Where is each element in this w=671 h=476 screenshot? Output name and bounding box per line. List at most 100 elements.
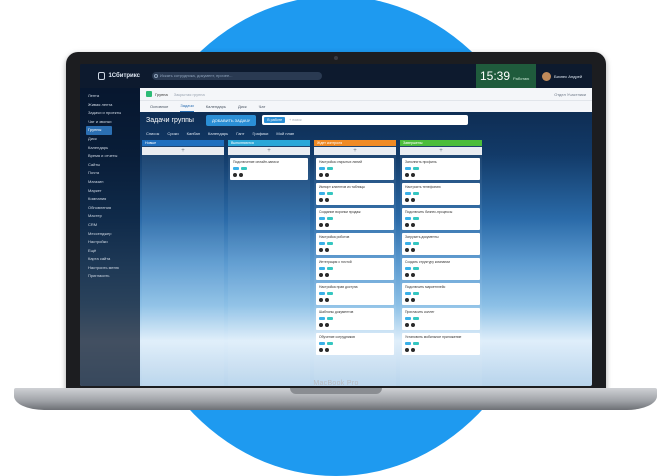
- task-card[interactable]: Настройка роботов: [316, 233, 394, 255]
- view-tab[interactable]: Календарь: [208, 131, 228, 136]
- sidebar-item[interactable]: Календарь: [80, 144, 140, 153]
- task-title[interactable]: Настроить телефонию: [405, 185, 477, 189]
- task-title[interactable]: Заполнить профиль: [405, 160, 477, 164]
- task-card[interactable]: Подключение онлайн-записи: [230, 158, 308, 180]
- task-assignees: [405, 323, 477, 327]
- sidebar-item[interactable]: Настроить меню: [80, 264, 140, 273]
- task-card[interactable]: Интеграция с почтой: [316, 258, 394, 280]
- task-card[interactable]: Настроить телефонию: [402, 183, 480, 205]
- filter-chip[interactable]: В работе: [264, 117, 286, 123]
- task-card[interactable]: Настройка открытых линий: [316, 158, 394, 180]
- tab[interactable]: Календарь: [206, 104, 226, 112]
- view-tab[interactable]: Канбан: [187, 131, 200, 136]
- task-card[interactable]: Импорт клиентов из таблицы: [316, 183, 394, 205]
- sidebar-item[interactable]: Пригласить: [80, 272, 140, 281]
- sidebar-item[interactable]: Мессенджер: [80, 230, 140, 239]
- sidebar-item[interactable]: Обновления: [80, 204, 140, 213]
- sidebar-item[interactable]: Маркет: [80, 187, 140, 196]
- group-name[interactable]: Группа: [155, 92, 168, 97]
- sidebar-item[interactable]: Лента: [80, 92, 140, 101]
- filter-input[interactable]: В работе + поиск: [262, 115, 469, 125]
- sidebar-item[interactable]: Ещё: [80, 247, 140, 256]
- add-card-button[interactable]: +: [314, 147, 396, 155]
- add-card-button[interactable]: +: [400, 147, 482, 155]
- task-title[interactable]: Подключить маркетплейс: [405, 285, 477, 289]
- view-tab[interactable]: Сроки: [167, 131, 178, 136]
- task-card[interactable]: Создание воронки продаж: [316, 208, 394, 230]
- tab[interactable]: Чат: [259, 104, 266, 112]
- task-card[interactable]: Настройка прав доступа: [316, 283, 394, 305]
- tab[interactable]: Диск: [238, 104, 247, 112]
- task-card[interactable]: Создать структуру компании: [402, 258, 480, 280]
- task-tags: [319, 217, 391, 220]
- sidebar-item[interactable]: Задачи и проекты: [80, 109, 140, 118]
- sidebar-item[interactable]: Диск: [80, 135, 140, 144]
- task-title[interactable]: Создать структуру компании: [405, 260, 477, 264]
- avatar: [542, 71, 551, 81]
- work-clock[interactable]: 15:39 Работаю: [476, 64, 536, 88]
- avatar: [319, 298, 323, 302]
- sidebar-item[interactable]: Карта сайта: [80, 255, 140, 264]
- task-assignees: [319, 273, 391, 277]
- column-header[interactable]: Ждет контроля: [314, 140, 396, 146]
- user-menu[interactable]: Бизнес Андрей: [538, 64, 592, 88]
- kanban-column: Ждет контроля + Настройка открытых линий Им…: [314, 140, 396, 386]
- task-title[interactable]: Пригласить коллег: [405, 310, 477, 314]
- sidebar-item[interactable]: Мастер: [80, 212, 140, 221]
- task-title[interactable]: Интеграция с почтой: [319, 260, 391, 264]
- task-card[interactable]: Подключить маркетплейс: [402, 283, 480, 305]
- add-card-button[interactable]: +: [142, 147, 224, 155]
- view-tab[interactable]: Гант: [236, 131, 244, 136]
- search-input[interactable]: Искать сотрудника, документ, прочее...: [152, 72, 322, 80]
- task-title[interactable]: Подключение онлайн-записи: [233, 160, 305, 164]
- task-title[interactable]: Настройка прав доступа: [319, 285, 391, 289]
- task-title[interactable]: Обучение сотрудников: [319, 335, 391, 339]
- task-card[interactable]: Обучение сотрудников: [316, 333, 394, 355]
- column-header[interactable]: Выполняются: [228, 140, 310, 146]
- filter-placeholder: + поиск: [289, 118, 302, 122]
- sidebar-item[interactable]: Компания: [80, 195, 140, 204]
- task-title[interactable]: Подключить бизнес-процессы: [405, 210, 477, 214]
- task-assignees: [319, 348, 391, 352]
- tab[interactable]: Основное: [150, 104, 168, 112]
- task-assignees: [405, 298, 477, 302]
- task-title[interactable]: Шаблоны документов: [319, 310, 391, 314]
- sidebar-item[interactable]: Настройки: [80, 238, 140, 247]
- tag-badge: [413, 217, 419, 220]
- group-links[interactable]: Отдел Участники: [554, 92, 586, 97]
- sidebar-item[interactable]: Магазин: [80, 178, 140, 187]
- task-title[interactable]: Установить мобильное приложение: [405, 335, 477, 339]
- task-card[interactable]: Подключить бизнес-процессы: [402, 208, 480, 230]
- task-title[interactable]: Импорт клиентов из таблицы: [319, 185, 391, 189]
- view-tab[interactable]: Графики: [252, 131, 268, 136]
- avatar: [324, 273, 329, 277]
- task-title[interactable]: Создание воронки продаж: [319, 210, 391, 214]
- task-assignees: [319, 323, 391, 327]
- task-card[interactable]: Заполнить профиль: [402, 158, 480, 180]
- task-title[interactable]: Загрузить документы: [405, 235, 477, 239]
- tab[interactable]: Задачи: [180, 103, 194, 112]
- sidebar-item[interactable]: Чат и звонки: [80, 118, 140, 127]
- task-title[interactable]: Настройка роботов: [319, 235, 391, 239]
- tag-badge: [319, 317, 325, 320]
- sidebar-item[interactable]: Живая лента: [80, 101, 140, 110]
- column-header[interactable]: Новые: [142, 140, 224, 146]
- add-task-button[interactable]: ДОБАВИТЬ ЗАДАЧУ: [205, 114, 257, 126]
- avatar: [410, 273, 415, 277]
- column-header[interactable]: Завершены: [400, 140, 482, 146]
- task-card[interactable]: Пригласить коллег: [402, 308, 480, 330]
- view-tab[interactable]: Список: [146, 131, 159, 136]
- logo[interactable]: 1Сбитрикс: [80, 64, 140, 88]
- tag-badge: [319, 242, 325, 245]
- sidebar-item[interactable]: Почта: [80, 169, 140, 178]
- view-tab[interactable]: Мой план: [276, 131, 294, 136]
- sidebar-item[interactable]: Группы: [86, 126, 112, 135]
- task-card[interactable]: Шаблоны документов: [316, 308, 394, 330]
- sidebar-item[interactable]: CRM: [80, 221, 140, 230]
- add-card-button[interactable]: +: [228, 147, 310, 155]
- task-title[interactable]: Настройка открытых линий: [319, 160, 391, 164]
- task-card[interactable]: Установить мобильное приложение: [402, 333, 480, 355]
- task-card[interactable]: Загрузить документы: [402, 233, 480, 255]
- sidebar-item[interactable]: Время и отчеты: [80, 152, 140, 161]
- sidebar-item[interactable]: Сайты: [80, 161, 140, 170]
